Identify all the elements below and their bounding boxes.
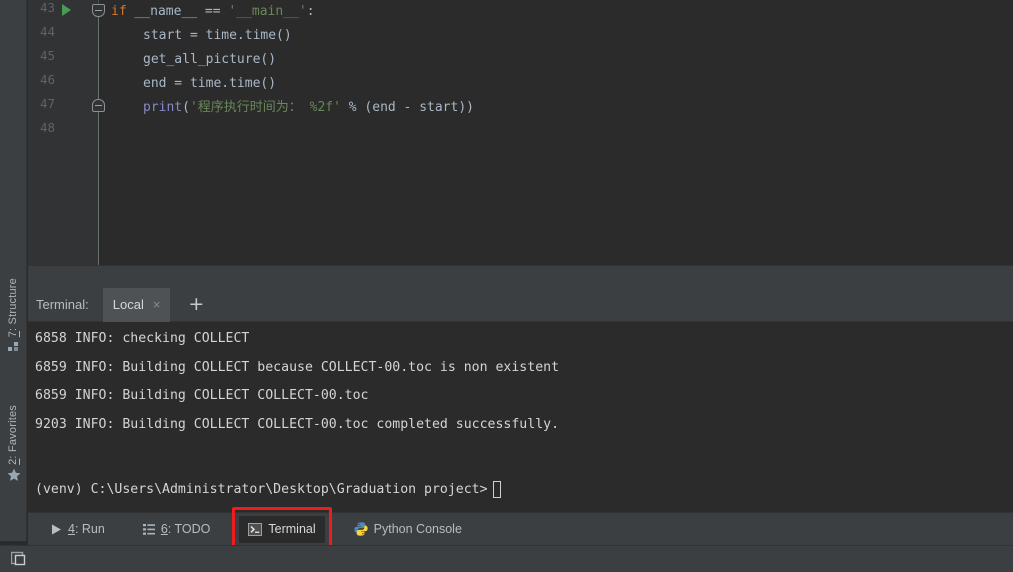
editor-terminal-divider[interactable]: [28, 265, 1013, 288]
run-line-marker-icon[interactable]: [62, 4, 71, 16]
tool-window-button-label: 4: Run: [68, 522, 105, 536]
editor-gutter[interactable]: 43 44 45 46 47 48: [28, 0, 99, 265]
tool-window-button-label: 6: TODO: [160, 522, 211, 536]
code-editor[interactable]: 43 44 45 46 47 48 if __name__ == '__main__': s…: [28, 0, 1013, 265]
terminal-cursor: [493, 481, 502, 498]
terminal-panel-header: Terminal: Local × +: [28, 287, 1013, 322]
code-token: % (end - start)): [340, 100, 474, 115]
code-token: if: [111, 4, 127, 19]
code-line[interactable]: print('程序执行时间为： %2f' % (end - start)): [111, 96, 474, 120]
terminal-tab-local[interactable]: Local ×: [102, 287, 171, 322]
left-tool-strip: 7: Structure 2: Favorites: [0, 0, 27, 541]
tool-window-button-label: Terminal: [268, 522, 316, 536]
code-text-area[interactable]: if __name__ == '__main__':start = time.t…: [99, 0, 1013, 265]
terminal-output-line: 6859 INFO: Building COLLECT because COLL…: [35, 359, 560, 375]
sidebar-item-favorites-label: 2: Favorites: [7, 405, 19, 465]
terminal-panel-label: Terminal:: [36, 297, 89, 312]
code-token: end = time.time(): [143, 76, 277, 91]
tool-window-button-todo[interactable]: 6: TODO: [134, 516, 220, 543]
add-terminal-tab-button[interactable]: +: [182, 295, 210, 314]
code-token: print: [143, 100, 183, 115]
terminal-output-line: 6859 INFO: Building COLLECT COLLECT-00.t…: [35, 388, 369, 404]
sidebar-item-structure-label: 7: Structure: [7, 278, 19, 338]
code-line[interactable]: start = time.time(): [111, 24, 292, 48]
code-token: get_all_picture(): [143, 52, 277, 67]
line-number: 43: [39, 0, 55, 15]
line-number: 44: [39, 24, 55, 39]
star-icon: [7, 468, 21, 487]
play-icon: [51, 524, 62, 535]
terminal-icon: [248, 522, 263, 536]
tool-window-button-run[interactable]: 4: Run: [42, 516, 114, 543]
tool-window-button-label: Python Console: [373, 522, 462, 536]
code-token: (: [182, 100, 190, 115]
list-icon: [142, 523, 155, 535]
sidebar-item-favorites[interactable]: 2: Favorites: [0, 405, 27, 487]
line-number: 47: [39, 96, 55, 111]
code-token: '程序执行时间为： %2f': [189, 100, 341, 115]
tool-window-button-terminal[interactable]: Terminal: [239, 515, 325, 543]
code-token: start = time.time(): [143, 28, 292, 43]
code-token: :: [306, 4, 315, 19]
line-number: 46: [39, 72, 55, 87]
sidebar-item-structure[interactable]: 7: Structure: [0, 278, 27, 358]
structure-icon: [8, 340, 19, 358]
terminal-output[interactable]: 6858 INFO: checking COLLECT 6859 INFO: Bu…: [28, 322, 1013, 512]
line-number: 45: [39, 48, 55, 63]
terminal-output-line: 9203 INFO: Building COLLECT COLLECT-00.t…: [35, 416, 560, 432]
code-line[interactable]: end = time.time(): [111, 72, 276, 96]
terminal-output-line: 6858 INFO: checking COLLECT: [35, 331, 250, 346]
layout-toggle-icon[interactable]: [10, 551, 28, 572]
tool-window-bar: 4: Run 6: TODO Terminal Python Console: [28, 512, 1013, 545]
pycharm-window: 7: Structure 2: Favorites 43 44 45 46 47 48 i…: [0, 0, 1013, 572]
tool-window-button-python-console[interactable]: Python Console: [345, 516, 471, 543]
line-number: 48: [39, 120, 55, 135]
code-line[interactable]: get_all_picture(): [111, 48, 276, 72]
python-icon: [354, 522, 368, 536]
code-token: __name__ ==: [126, 4, 229, 19]
terminal-tab-label: Local: [112, 297, 144, 312]
close-icon[interactable]: ×: [153, 298, 161, 311]
terminal-prompt[interactable]: (venv) C:\Users\Administrator\Desktop\Gr…: [35, 482, 488, 497]
status-bar: [0, 545, 1013, 572]
code-line[interactable]: if __name__ == '__main__':: [111, 0, 315, 24]
code-token: '__main__': [228, 4, 307, 19]
